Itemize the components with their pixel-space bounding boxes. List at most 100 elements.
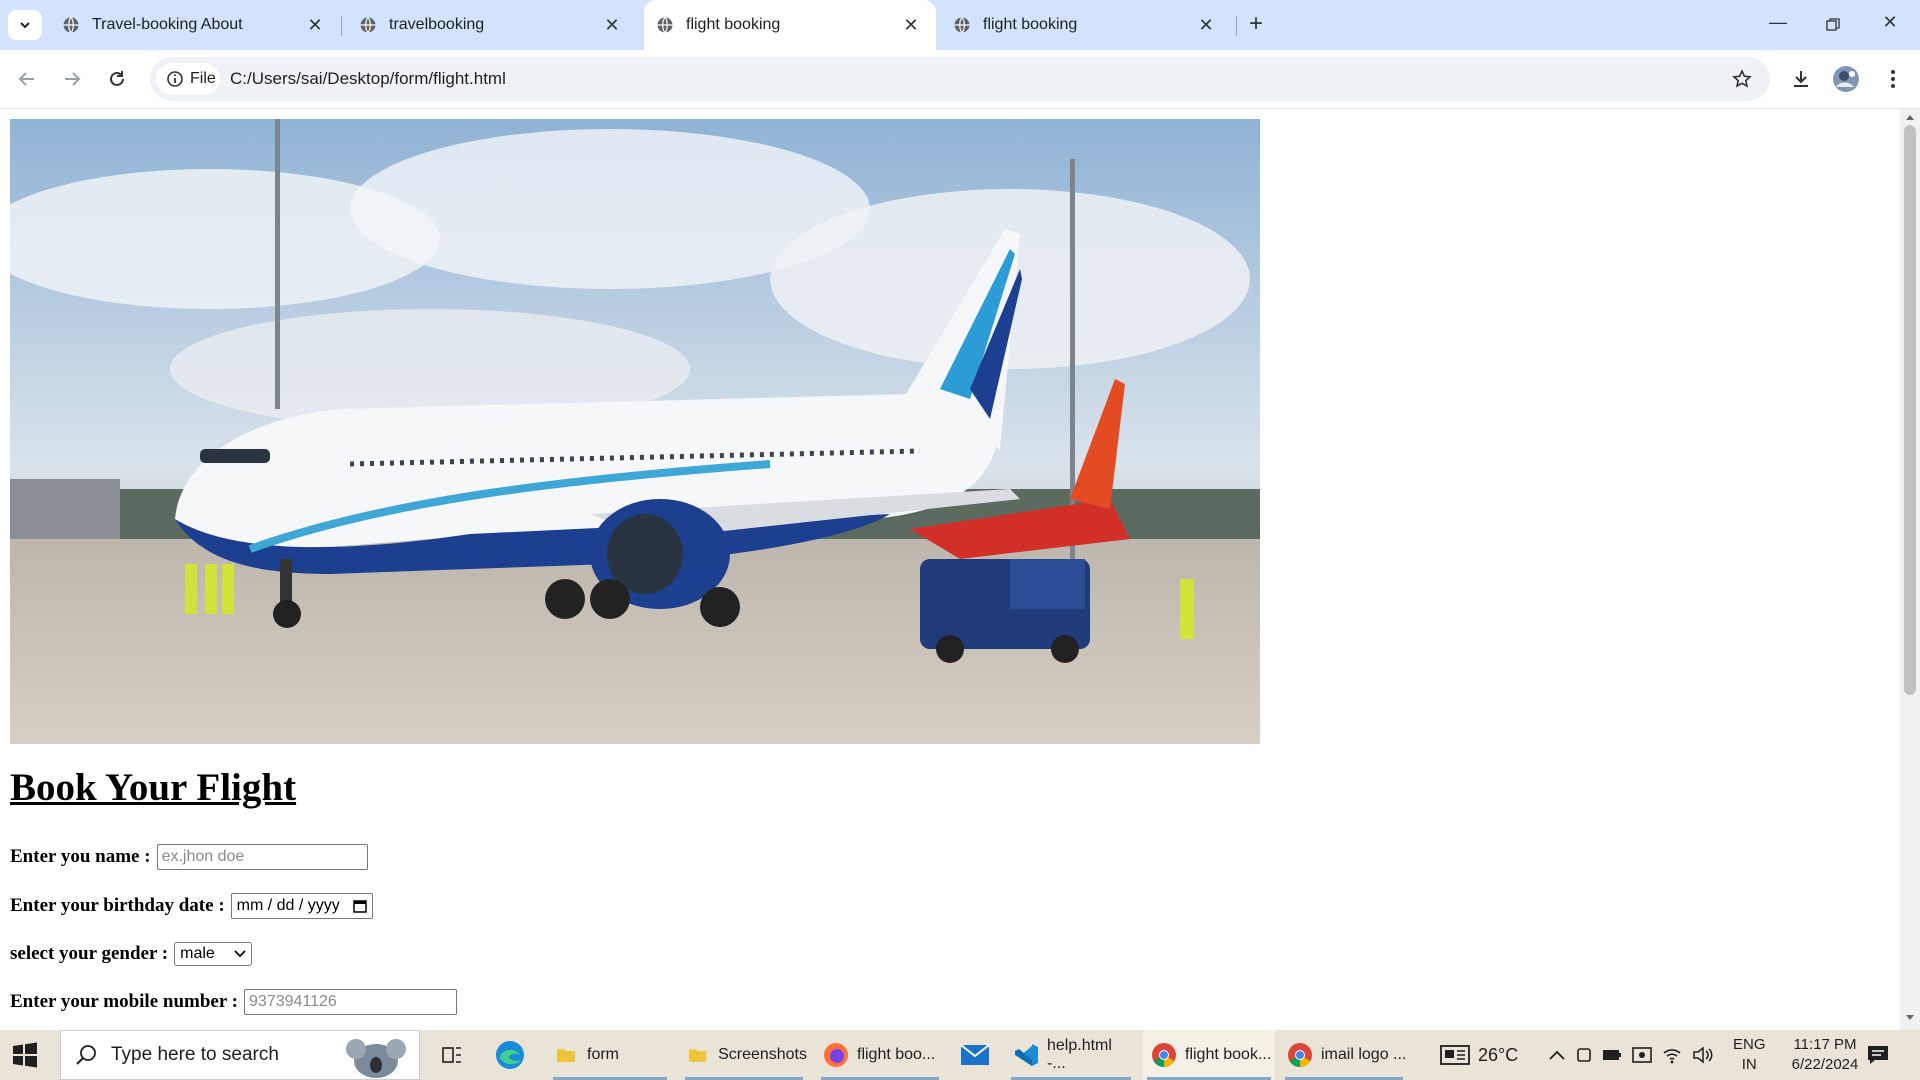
taskbar-app-form[interactable]: form	[549, 1030, 671, 1080]
taskbar-app-firefox[interactable]: flight boo...	[817, 1030, 943, 1080]
clock-date: 6/22/2024	[1791, 1056, 1859, 1073]
menu-button[interactable]	[1876, 62, 1910, 96]
taskbar-app-label: help.html -...	[1047, 1037, 1112, 1072]
search-placeholder: Type here to search	[111, 1044, 279, 1065]
name-input[interactable]	[156, 844, 368, 870]
gender-selected-value: male	[180, 945, 215, 962]
close-icon[interactable]: ✕	[304, 14, 326, 36]
tab-search-button[interactable]	[8, 10, 42, 40]
news-weather-icon	[1440, 1045, 1470, 1065]
tab-separator	[341, 16, 342, 36]
gender-label: select your gender :	[10, 943, 169, 964]
name-label: Enter you name :	[10, 846, 151, 867]
tab-flight-booking-active[interactable]: flight booking ✕	[644, 0, 936, 50]
volume-icon[interactable]	[1692, 1046, 1714, 1064]
tab-travel-booking-about[interactable]: Travel-booking About ✕	[50, 0, 340, 50]
mobile-row: Enter your mobile number :	[10, 989, 458, 1015]
tab-separator	[1236, 16, 1237, 36]
meet-now-icon[interactable]	[1576, 1046, 1592, 1064]
page-content: Book Your Flight Enter you name : Enter …	[0, 109, 1900, 1030]
chrome-icon	[1152, 1043, 1176, 1067]
taskbar-app-label: flight boo...	[857, 1046, 936, 1063]
notification-center-button[interactable]	[1866, 1030, 1890, 1080]
globe-icon	[63, 17, 79, 33]
browser-window: Travel-booking About ✕ travelbooking ✕ f…	[0, 0, 1920, 1080]
mail-icon	[960, 1044, 990, 1065]
tab-title: flight booking	[983, 16, 1078, 33]
region-code: IN	[1741, 1056, 1757, 1073]
more-vert-icon	[1891, 70, 1895, 88]
taskbar-app-chrome-imail[interactable]: imail logo ...	[1281, 1030, 1407, 1080]
minimize-button[interactable]: —	[1766, 12, 1790, 38]
bookmark-star-icon[interactable]	[1732, 69, 1752, 89]
reload-button[interactable]	[100, 62, 134, 96]
taskbar-app-chrome-flight[interactable]: flight book...	[1143, 1030, 1275, 1080]
tab-flight-booking[interactable]: flight booking ✕	[941, 0, 1231, 50]
task-view-icon	[442, 1047, 461, 1063]
onedrive-sync-icon[interactable]	[1632, 1046, 1652, 1064]
gender-select[interactable]: male	[174, 942, 253, 966]
address-bar[interactable]: File C:/Users/sai/Desktop/form/flight.ht…	[150, 57, 1770, 101]
chevron-down-icon	[234, 950, 246, 958]
restore-button[interactable]	[1821, 12, 1845, 38]
windows-logo-icon	[13, 1042, 37, 1068]
airplane-photo	[10, 119, 1260, 744]
taskbar-app-label: Screenshots	[718, 1046, 807, 1063]
restore-icon	[1826, 18, 1840, 31]
weather-widget[interactable]: 26°C	[1440, 1030, 1518, 1080]
globe-icon	[360, 17, 376, 33]
task-view-button[interactable]	[432, 1030, 472, 1080]
taskbar: Type here to search form Screenshots fli…	[0, 1030, 1920, 1080]
gender-row: select your gender : male	[10, 942, 253, 966]
taskbar-app-label: form	[587, 1046, 619, 1063]
name-row: Enter you name :	[10, 844, 368, 870]
chevron-up-icon[interactable]	[1548, 1049, 1566, 1061]
scroll-down-icon[interactable]	[1905, 1014, 1915, 1022]
mobile-label: Enter your mobile number :	[10, 991, 239, 1012]
mobile-input[interactable]	[244, 989, 458, 1015]
edge-taskbar-button[interactable]	[488, 1030, 532, 1080]
notification-icon	[1868, 1046, 1888, 1064]
tab-strip: Travel-booking About ✕ travelbooking ✕ f…	[0, 0, 1920, 50]
weather-temperature: 26°C	[1478, 1044, 1519, 1065]
taskbar-app-vscode[interactable]: help.html -...	[1007, 1030, 1135, 1080]
browser-toolbar: File C:/Users/sai/Desktop/form/flight.ht…	[0, 50, 1920, 109]
scroll-up-icon[interactable]	[1905, 113, 1915, 121]
reload-icon	[110, 71, 124, 86]
tab-title: Travel-booking About	[92, 16, 243, 33]
new-tab-button[interactable]: +	[1243, 12, 1269, 38]
downloads-button[interactable]	[1784, 62, 1818, 96]
globe-icon	[657, 17, 673, 33]
scrollbar-thumb[interactable]	[1904, 125, 1916, 695]
language-code: ENG	[1733, 1036, 1766, 1053]
birthday-date-input[interactable]: mm / dd / yyyy	[230, 893, 373, 919]
page-title: Book Your Flight	[10, 766, 297, 809]
close-icon[interactable]: ✕	[601, 14, 623, 36]
chrome-icon	[1288, 1043, 1312, 1067]
mail-taskbar-button[interactable]	[953, 1030, 997, 1080]
site-chip-label: File	[190, 70, 216, 87]
taskbar-search-box[interactable]: Type here to search	[60, 1030, 420, 1080]
start-button[interactable]	[12, 1042, 38, 1073]
language-indicator[interactable]: ENG IN	[1733, 1030, 1766, 1080]
page-scrollbar[interactable]	[1900, 109, 1920, 1030]
close-icon[interactable]: ✕	[1195, 14, 1217, 36]
arrow-right-icon	[65, 72, 81, 86]
avatar	[1833, 66, 1859, 92]
close-window-button[interactable]: ✕	[1878, 12, 1902, 38]
tab-title: travelbooking	[389, 16, 485, 33]
birthday-row: Enter your birthday date : mm / dd / yyy…	[10, 893, 373, 919]
url-text[interactable]: C:/Users/sai/Desktop/form/flight.html	[230, 69, 506, 89]
clock[interactable]: 11:17 PM 6/22/2024	[1776, 1030, 1874, 1080]
taskbar-app-screenshots[interactable]: Screenshots	[681, 1030, 807, 1080]
profile-button[interactable]	[1829, 62, 1863, 96]
tab-travelbooking[interactable]: travelbooking ✕	[347, 0, 637, 50]
calendar-icon[interactable]	[352, 899, 367, 913]
battery-icon[interactable]	[1602, 1049, 1622, 1061]
back-button[interactable]	[10, 62, 44, 96]
close-icon[interactable]: ✕	[900, 14, 922, 36]
forward-button[interactable]	[55, 62, 89, 96]
arrow-left-icon	[18, 72, 34, 86]
wifi-icon[interactable]	[1662, 1046, 1682, 1064]
site-info-chip[interactable]: File	[156, 63, 220, 95]
